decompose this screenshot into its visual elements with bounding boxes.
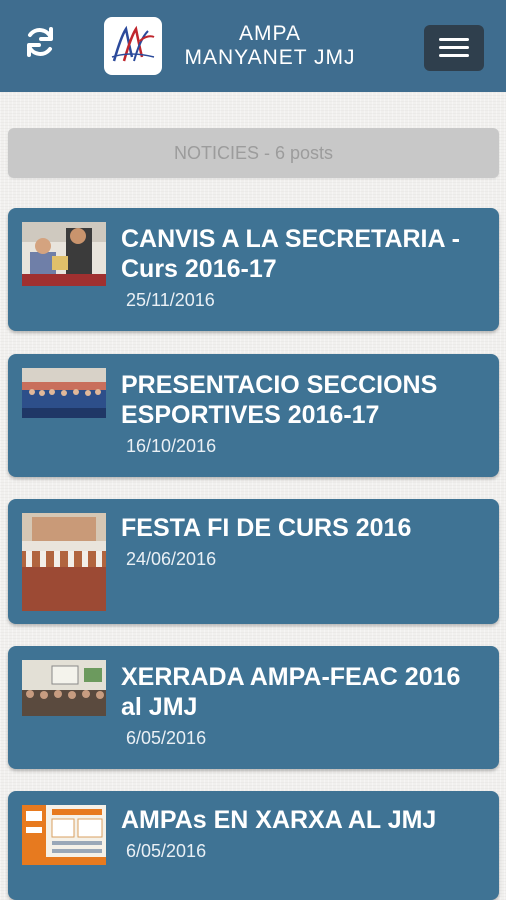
post-thumbnail (22, 222, 106, 286)
app-title-line1: AMPA (239, 22, 301, 45)
post-date: 24/06/2016 (126, 549, 217, 569)
app-title-line2: MANYANET JMJ (184, 46, 356, 69)
post-card[interactable]: FESTA FI DE CURS 2016 24/06/2016 (8, 499, 499, 624)
menu-bar-icon (439, 54, 469, 57)
post-date: 6/05/2016 (126, 841, 207, 861)
post-thumbnail (22, 660, 106, 716)
menu-bar-icon (439, 38, 469, 41)
post-title: PRESENTACIO SECCIONS ESPORTIVES 2016-17 (121, 371, 438, 429)
post-thumbnail (22, 368, 106, 418)
hamburger-menu-button[interactable] (424, 25, 484, 71)
post-card[interactable]: CANVIS A LA SECRETARIA - Curs 2016-17 25… (8, 208, 499, 331)
post-card[interactable]: PRESENTACIO SECCIONS ESPORTIVES 2016-17 … (8, 354, 499, 477)
post-thumbnail (22, 805, 106, 865)
post-thumbnail (22, 513, 106, 611)
post-title: CANVIS A LA SECRETARIA - Curs 2016-17 (121, 225, 460, 283)
section-header: NOTICIES - 6 posts (8, 128, 499, 178)
post-date: 25/11/2016 (126, 290, 215, 310)
post-card[interactable]: AMPAs EN XARXA AL JMJ 6/05/2016 (8, 791, 499, 900)
app-title: AMPA MANYANET JMJ (170, 22, 370, 70)
post-date: 16/10/2016 (126, 436, 217, 456)
post-title: AMPAs EN XARXA AL JMJ (121, 806, 437, 834)
app-header: AMPA MANYANET JMJ (0, 0, 506, 92)
ampa-logo[interactable] (104, 17, 162, 75)
post-card[interactable]: XERRADA AMPA-FEAC 2016 al JMJ 6/05/2016 (8, 646, 499, 769)
refresh-icon[interactable] (22, 24, 58, 60)
post-title: FESTA FI DE CURS 2016 (121, 514, 412, 542)
post-date: 6/05/2016 (126, 728, 207, 748)
post-title: XERRADA AMPA-FEAC 2016 al JMJ (121, 663, 461, 721)
menu-bar-icon (439, 46, 469, 49)
